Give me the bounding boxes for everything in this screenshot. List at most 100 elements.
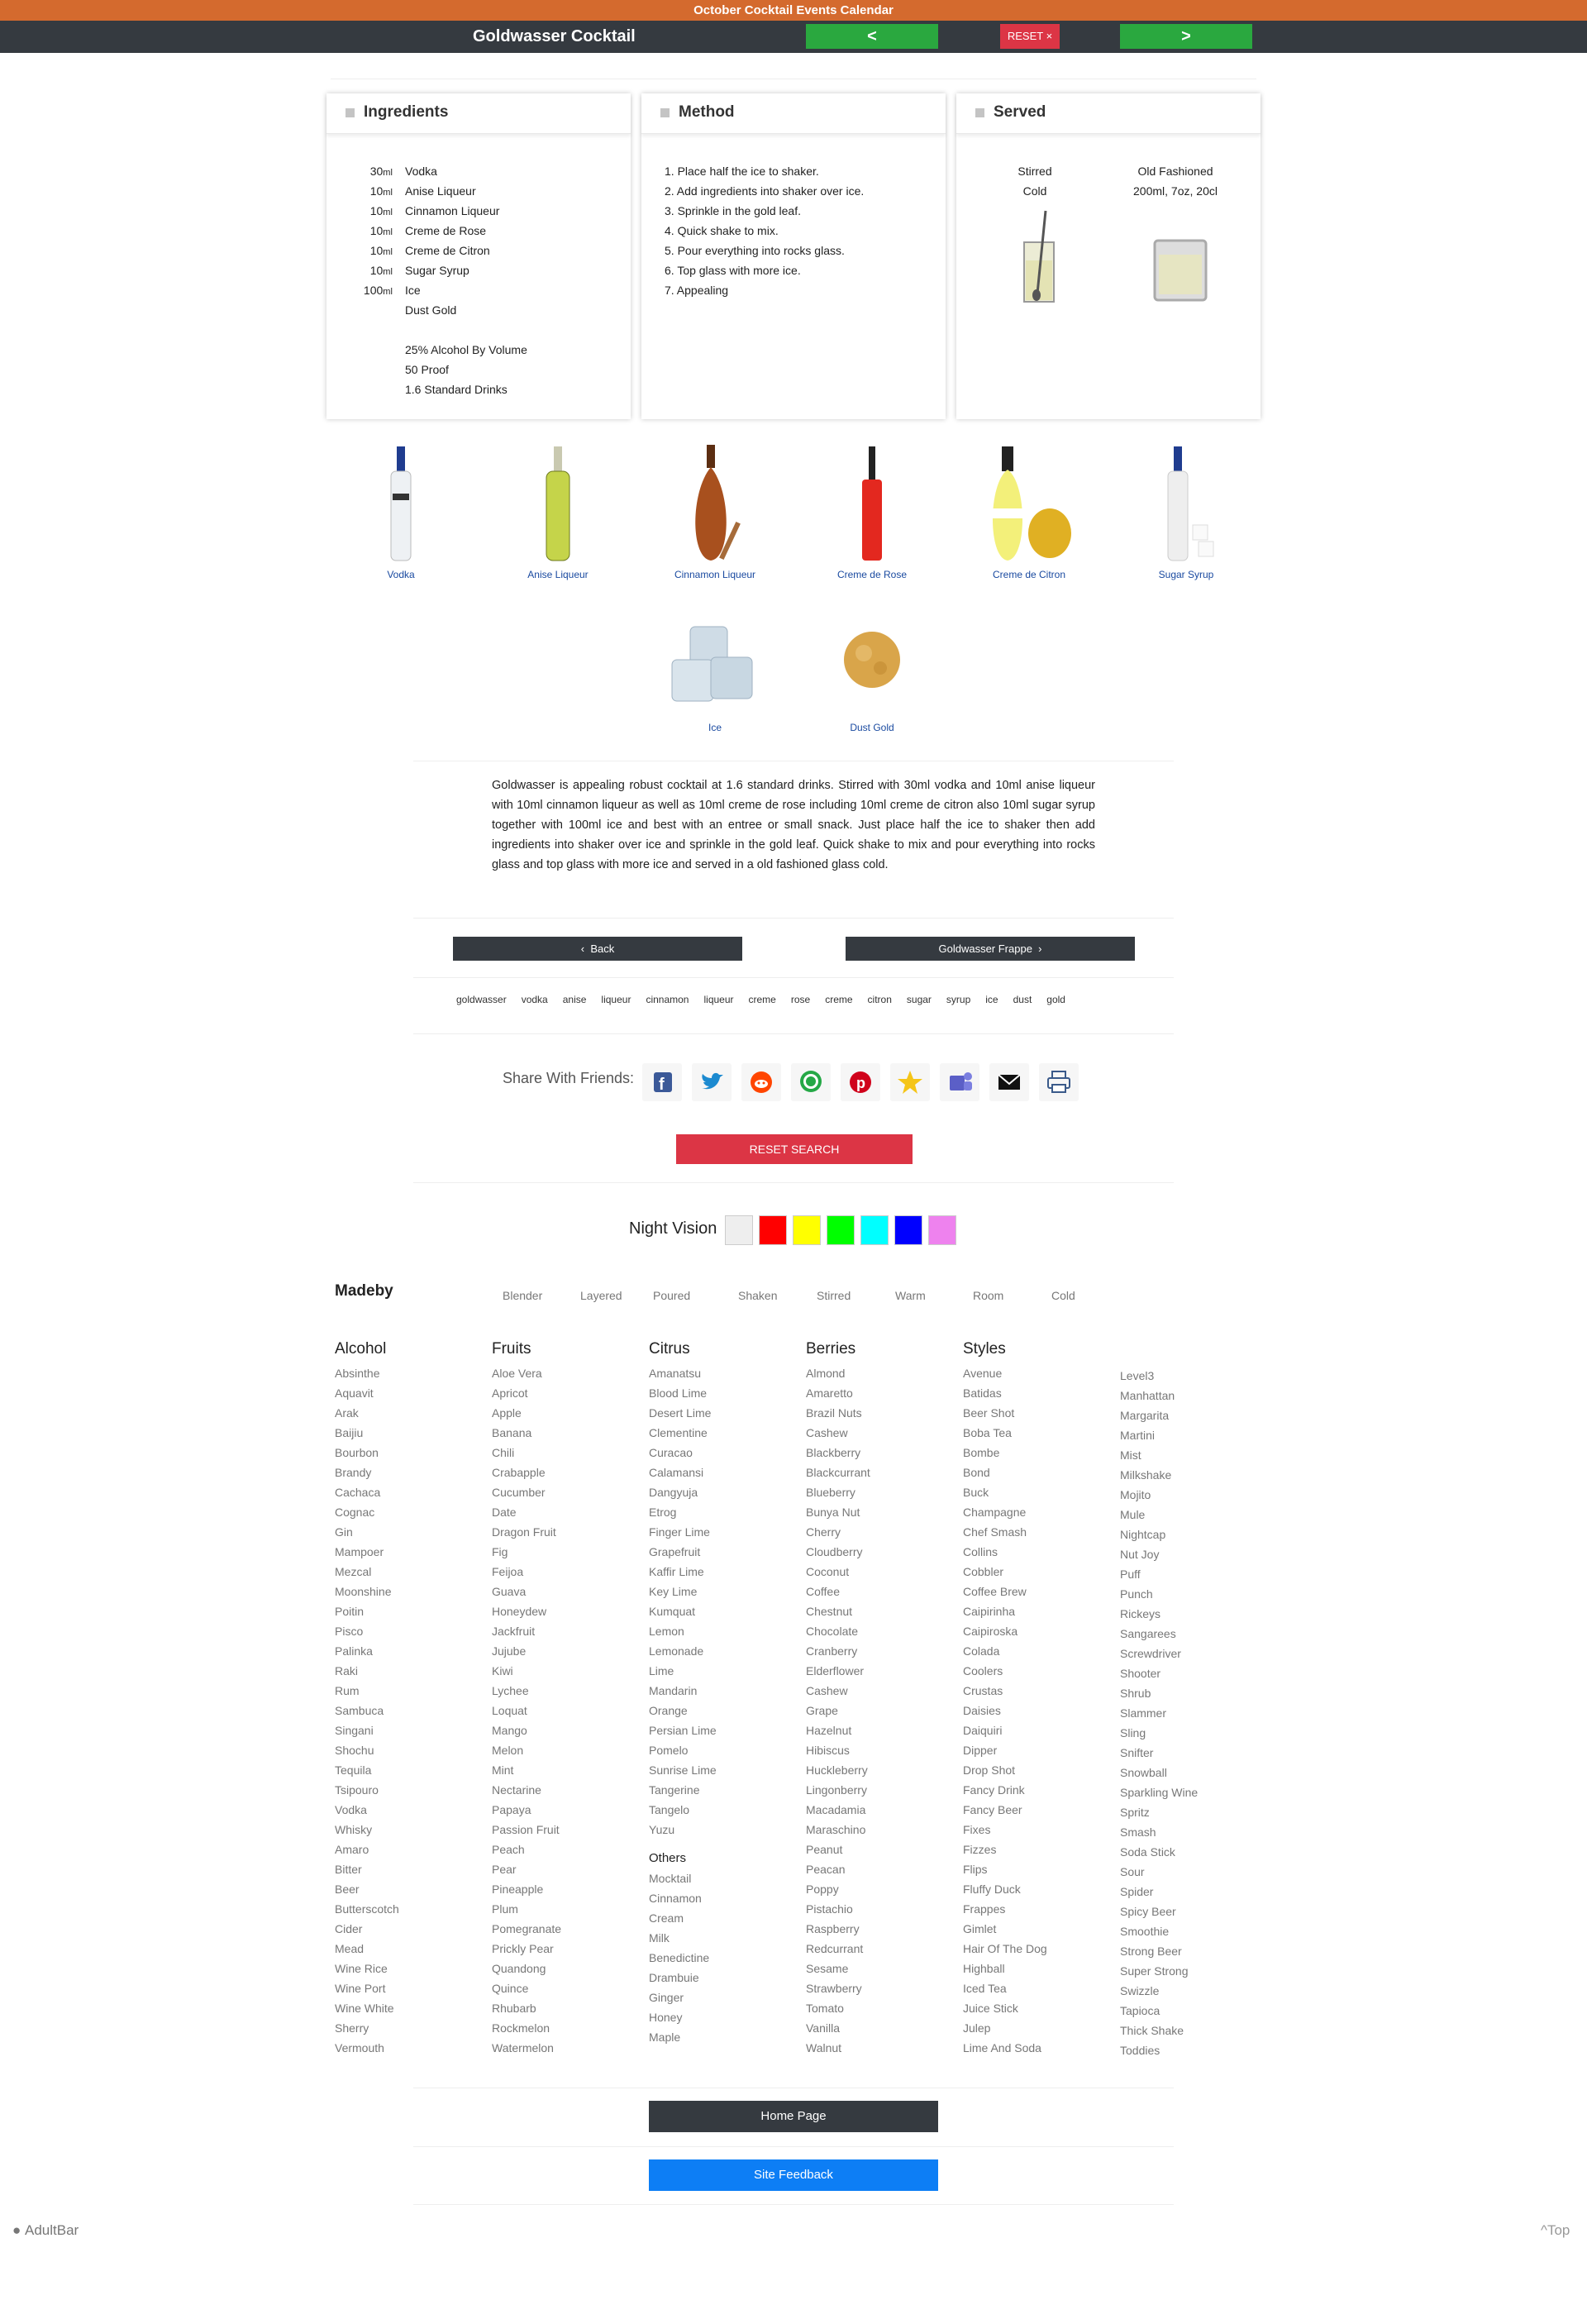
category-link[interactable]: Grapefruit [649,1542,717,1562]
category-link[interactable]: Macadamia [806,1800,870,1820]
category-link[interactable]: Toddies [1120,2040,1198,2060]
category-link[interactable]: Hibiscus [806,1740,870,1760]
facebook-icon[interactable]: f [642,1063,682,1101]
category-link[interactable]: Shrub [1120,1683,1198,1703]
category-link[interactable]: Punch [1120,1584,1198,1604]
ingredient-label[interactable]: Cinnamon Liqueur [670,569,760,580]
category-link[interactable]: Milk [649,1928,717,1948]
category-link[interactable]: Buck [963,1482,1047,1502]
category-link[interactable]: Amaretto [806,1383,870,1403]
category-link[interactable]: Avenue [963,1363,1047,1383]
ingredient-sugar-syrup[interactable]: Sugar Syrup [1145,442,1227,580]
category-link[interactable]: Fancy Drink [963,1780,1047,1800]
category-link[interactable]: Spicy Beer [1120,1902,1198,1921]
category-link[interactable]: Iced Tea [963,1978,1047,1998]
category-link[interactable]: Sparkling Wine [1120,1782,1198,1802]
madeby-filter[interactable]: Room [973,1289,1003,1302]
category-link[interactable]: Bunya Nut [806,1502,870,1522]
category-link[interactable]: Martini [1120,1425,1198,1445]
category-link[interactable]: Apricot [492,1383,561,1403]
category-link[interactable]: Sour [1120,1862,1198,1882]
madeby-filter[interactable]: Blender [503,1289,542,1302]
category-link[interactable]: Cream [649,1908,717,1928]
category-link[interactable]: Mandarin [649,1681,717,1701]
pinterest-icon[interactable]: p [841,1063,880,1101]
category-link[interactable]: Pomegranate [492,1919,561,1939]
category-link[interactable]: Lemonade [649,1641,717,1661]
category-link[interactable]: Poitin [335,1601,399,1621]
category-link[interactable]: Redcurrant [806,1939,870,1959]
category-link[interactable]: Julep [963,2018,1047,2038]
category-link[interactable]: Tomato [806,1998,870,2018]
category-link[interactable]: Arak [335,1403,399,1423]
category-link[interactable]: Cherry [806,1522,870,1542]
category-link[interactable]: Super Strong [1120,1961,1198,1981]
category-link[interactable]: Guava [492,1582,561,1601]
category-link[interactable]: Etrog [649,1502,717,1522]
category-link[interactable]: Soda Stick [1120,1842,1198,1862]
category-link[interactable]: Poppy [806,1879,870,1899]
category-link[interactable]: Cobbler [963,1562,1047,1582]
category-link[interactable]: Rickeys [1120,1604,1198,1624]
category-link[interactable]: Tsipouro [335,1780,399,1800]
category-link[interactable]: Peanut [806,1840,870,1859]
next-cocktail-button[interactable]: Goldwasser Frappe › [846,937,1135,961]
category-link[interactable]: Manhattan [1120,1386,1198,1405]
category-link[interactable]: Blood Lime [649,1383,717,1403]
ingredient-dust-gold[interactable]: Dust Gold [827,620,917,733]
category-link[interactable]: Coffee Brew [963,1582,1047,1601]
category-link[interactable]: Tequila [335,1760,399,1780]
category-link[interactable]: Strawberry [806,1978,870,1998]
reset-button[interactable]: RESET × [1000,24,1060,49]
home-page-button[interactable]: Home Page [649,2101,938,2132]
category-link[interactable]: Blueberry [806,1482,870,1502]
category-link[interactable]: Vanilla [806,2018,870,2038]
teams-icon[interactable] [940,1063,979,1101]
category-link[interactable]: Loquat [492,1701,561,1720]
ingredient-cinnamon-liqueur[interactable]: Cinnamon Liqueur [670,442,760,580]
category-link[interactable]: Yuzu [649,1820,717,1840]
category-link[interactable]: Dangyuja [649,1482,717,1502]
category-link[interactable]: Papaya [492,1800,561,1820]
category-link[interactable]: Wine Port [335,1978,399,1998]
ingredient-label[interactable]: Ice [665,722,765,733]
category-link[interactable]: Collins [963,1542,1047,1562]
category-link[interactable]: Beer Shot [963,1403,1047,1423]
category-link[interactable]: Feijoa [492,1562,561,1582]
category-link[interactable]: Prickly Pear [492,1939,561,1959]
category-link[interactable]: Bourbon [335,1443,399,1463]
tag-link[interactable]: vodka [522,994,548,1005]
category-link[interactable]: Lychee [492,1681,561,1701]
category-link[interactable]: Smash [1120,1822,1198,1842]
ingredient-creme-de-citron[interactable]: Creme de Citron [979,442,1079,580]
category-link[interactable]: Pomelo [649,1740,717,1760]
category-link[interactable]: Lime [649,1661,717,1681]
category-link[interactable]: Chef Smash [963,1522,1047,1542]
category-link[interactable]: Chestnut [806,1601,870,1621]
madeby-filter[interactable]: Stirred [817,1289,851,1302]
category-link[interactable]: Desert Lime [649,1403,717,1423]
category-link[interactable]: Caipiroska [963,1621,1047,1641]
category-link[interactable]: Sling [1120,1723,1198,1743]
madeby-filter[interactable]: Poured [653,1289,690,1302]
category-link[interactable]: Tapioca [1120,2001,1198,2021]
category-link[interactable]: Strong Beer [1120,1941,1198,1961]
category-link[interactable]: Pear [492,1859,561,1879]
category-link[interactable]: Almond [806,1363,870,1383]
category-link[interactable]: Daisies [963,1701,1047,1720]
tag-link[interactable]: dust [1013,994,1032,1005]
category-link[interactable]: Melon [492,1740,561,1760]
category-link[interactable]: Amaro [335,1840,399,1859]
category-link[interactable]: Drop Shot [963,1760,1047,1780]
category-link[interactable]: Fig [492,1542,561,1562]
category-link[interactable]: Cashew [806,1681,870,1701]
category-link[interactable]: Mampoer [335,1542,399,1562]
category-link[interactable]: Bitter [335,1859,399,1879]
category-link[interactable]: Mist [1120,1445,1198,1465]
category-link[interactable]: Bombe [963,1443,1047,1463]
category-link[interactable]: Margarita [1120,1405,1198,1425]
email-icon[interactable] [989,1063,1029,1101]
night-vision-swatch[interactable] [827,1215,855,1245]
tag-link[interactable]: ice [985,994,998,1005]
night-vision-swatch[interactable] [860,1215,889,1245]
